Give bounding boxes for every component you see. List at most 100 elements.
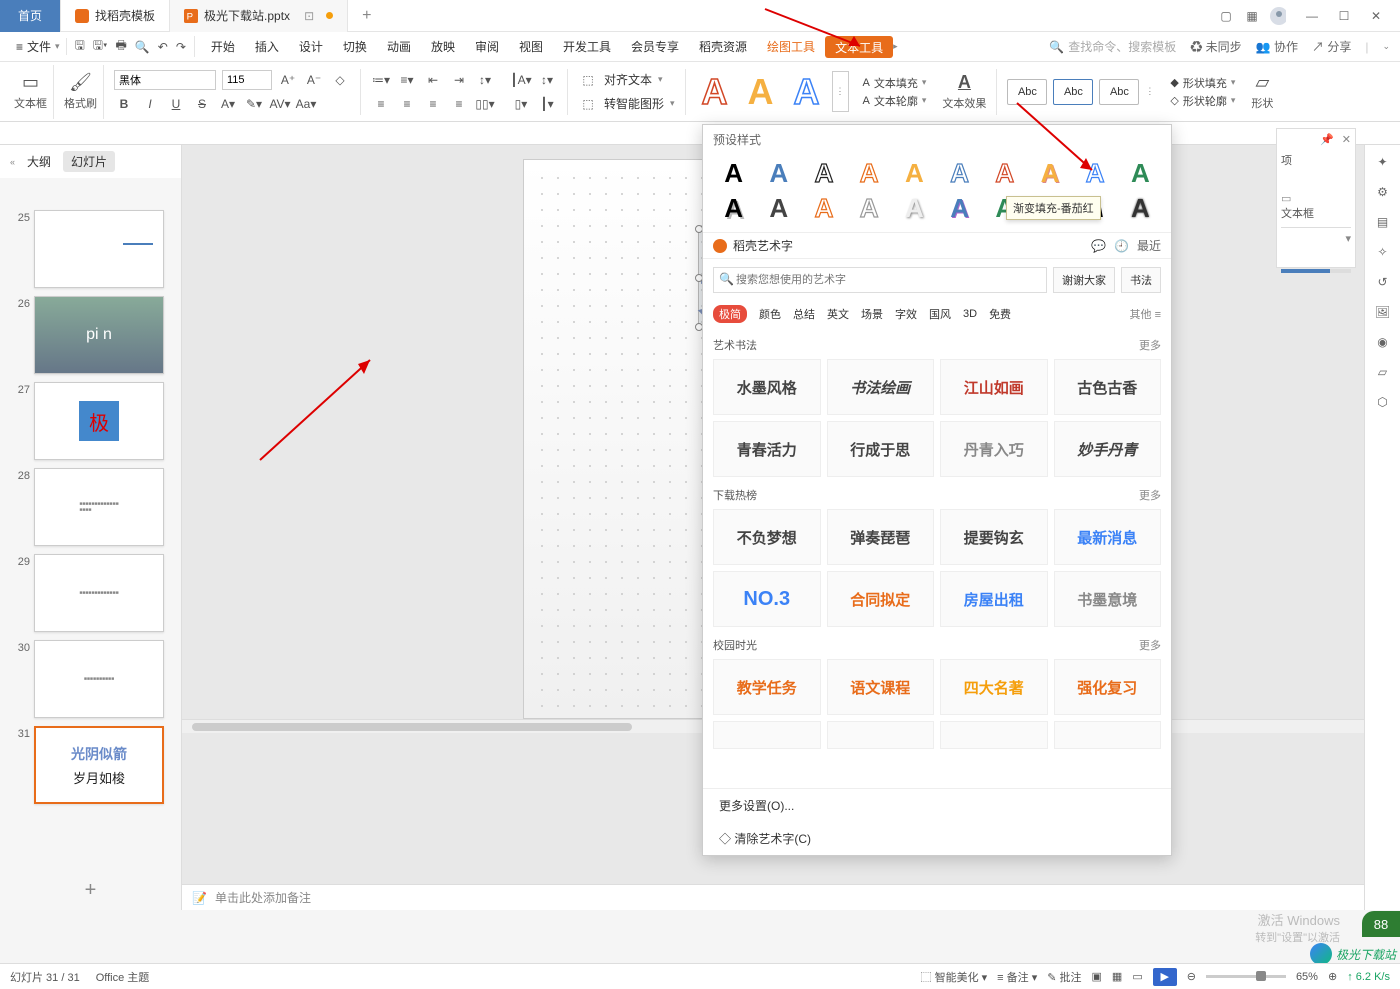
print-preview-icon[interactable]: 🔍 [135,40,150,54]
recent-label[interactable]: 最近 [1137,237,1161,254]
clear-format-icon[interactable]: ◇ [330,70,350,90]
ribbon-tab-insert[interactable]: 插入 [245,32,289,62]
collab-button[interactable]: 👥 协作 [1256,38,1298,55]
collapse-icon[interactable]: « [10,157,15,167]
italic-button[interactable]: I [140,94,160,114]
text-effect-group[interactable]: A 文本效果 [936,65,992,119]
shape-fill-button[interactable]: ◆形状填充▾ [1170,75,1235,91]
preset-a[interactable]: A [1120,193,1161,224]
wordart-more-button[interactable]: ⋮ [832,71,849,112]
art-item[interactable]: 古色古香 [1054,359,1162,415]
vert-align-button[interactable]: ↕▾ [537,70,557,90]
clock-icon[interactable]: 🕘 [1114,239,1129,253]
preset-a[interactable]: A [713,193,754,224]
art-item[interactable]: 强化复习 [1054,659,1162,715]
cat-item[interactable]: 极简 [713,305,747,323]
zoom-slider[interactable] [1206,975,1286,978]
zoom-slider-thumb[interactable] [1256,971,1266,981]
increase-font-icon[interactable]: A⁺ [278,70,298,90]
thumb-prev[interactable] [34,182,164,202]
ribbon-tab-slideshow[interactable]: 放映 [421,32,465,62]
art-item[interactable]: 江山如画 [940,359,1048,415]
preset-a[interactable]: A [758,193,799,224]
art-item[interactable]: 提要钩玄 [940,509,1048,565]
section-more[interactable]: 更多 [1139,337,1161,353]
preset-a[interactable]: A [713,158,754,189]
art-item[interactable]: 房屋出租 [940,571,1048,627]
settings-icon[interactable]: ⚙ [1377,185,1388,199]
art-item[interactable]: 合同拟定 [827,571,935,627]
thumbnails[interactable]: 25 26pi n 27极 28■■■■■■■■■■■■■■■■■ 29■■■■… [0,178,181,871]
slideshow-button[interactable]: ▶ [1153,968,1177,986]
text-fill-button[interactable]: A文本填充▾ [863,75,927,91]
slider[interactable] [1281,269,1351,273]
close-button[interactable]: ✕ [1360,9,1392,23]
scroll-right-icon[interactable]: ▸ [893,41,898,52]
outline-tab[interactable]: 大纲 [27,153,51,170]
wordart-style-1[interactable]: A [694,69,736,115]
align-text-icon[interactable]: ⬚ [578,70,598,90]
font-color-button[interactable]: A▾ [218,94,238,114]
ribbon-tab-devtools[interactable]: 开发工具 [553,32,621,62]
shape-style-more-icon[interactable]: ⋮ [1145,86,1154,97]
print-icon[interactable]: 🖶 [115,36,126,57]
layers-icon[interactable]: ▱ [1378,365,1387,379]
cat-item[interactable]: 总结 [793,306,815,322]
more-settings-item[interactable]: 更多设置(O)... [703,789,1171,822]
thumb-30[interactable]: ■■■■■■■■■■ [34,640,164,718]
view-sorter-icon[interactable]: ▦ [1112,970,1122,983]
view-reading-icon[interactable]: ▭ [1132,970,1142,983]
minimize-button[interactable]: — [1296,9,1328,23]
preset-a[interactable]: A [1120,158,1161,189]
tab-document[interactable]: P 极光下载站.pptx ⊡ [170,0,348,32]
art-item[interactable]: 语文课程 [827,659,935,715]
align-left-button[interactable]: ≡ [371,94,391,114]
wordart-style-2[interactable]: A [740,69,782,115]
scrollbar-thumb[interactable] [192,723,632,731]
section-more[interactable]: 更多 [1139,637,1161,653]
ribbon-tab-member[interactable]: 会员专享 [621,32,689,62]
art-item[interactable]: NO.3 [713,571,821,627]
cat-item[interactable]: 颜色 [759,306,781,322]
notes-toggle[interactable]: ≡ 备注 ▾ [997,969,1037,985]
columns2-button[interactable]: ▯▾ [511,94,531,114]
close-panel-icon[interactable]: ✕ [1342,133,1351,146]
ribbon-tab-view[interactable]: 视图 [509,32,553,62]
textbox-group[interactable]: ▭ 文本框 [8,65,54,119]
search-pill[interactable]: 谢谢大家 [1053,267,1115,293]
change-font-button[interactable]: Aa▾ [296,94,316,114]
text-dir-button[interactable]: ┃A▾ [511,70,531,90]
preset-a[interactable]: A [758,158,799,189]
preset-a[interactable]: A [849,193,890,224]
cat-more[interactable]: 其他 ≡ [1130,306,1161,322]
section-more[interactable]: 更多 [1139,487,1161,503]
align-right-button[interactable]: ≡ [423,94,443,114]
ribbon-tab-review[interactable]: 审阅 [465,32,509,62]
zoom-value[interactable]: 65% [1296,971,1318,983]
thumb-26[interactable]: pi n [34,296,164,374]
ribbon-tab-start[interactable]: 开始 [201,32,245,62]
image-icon[interactable]: 🖼 [1375,305,1390,319]
smartart-icon[interactable]: ⬚ [578,94,598,114]
cat-item[interactable]: 3D [963,308,977,320]
chevron-down-icon[interactable]: ▾ [1281,227,1351,245]
tab-docer-templates[interactable]: 找稻壳模板 [61,0,170,32]
avatar-icon[interactable] [1270,8,1286,24]
art-item[interactable] [1054,721,1162,749]
new-tab-button[interactable]: + [348,7,385,25]
art-item[interactable]: 水墨风格 [713,359,821,415]
art-item[interactable]: 行成于思 [827,421,935,477]
art-item[interactable] [940,721,1048,749]
promo-badge[interactable]: 88 [1362,911,1400,937]
art-item[interactable]: 弹奏琵琶 [827,509,935,565]
template-icon[interactable]: ▤ [1377,215,1388,229]
pin-icon[interactable]: 📌 [1320,133,1334,146]
underline-button[interactable]: U [166,94,186,114]
redo-icon[interactable]: ↷ [176,40,186,54]
cat-item[interactable]: 免费 [989,306,1011,322]
preset-a[interactable]: A [894,193,935,224]
letter-spacing-button[interactable]: AV▾ [270,94,290,114]
numbering-button[interactable]: ≡▾ [397,70,417,90]
art-item[interactable]: 教学任务 [713,659,821,715]
wordart-style-3[interactable]: A [786,69,828,115]
